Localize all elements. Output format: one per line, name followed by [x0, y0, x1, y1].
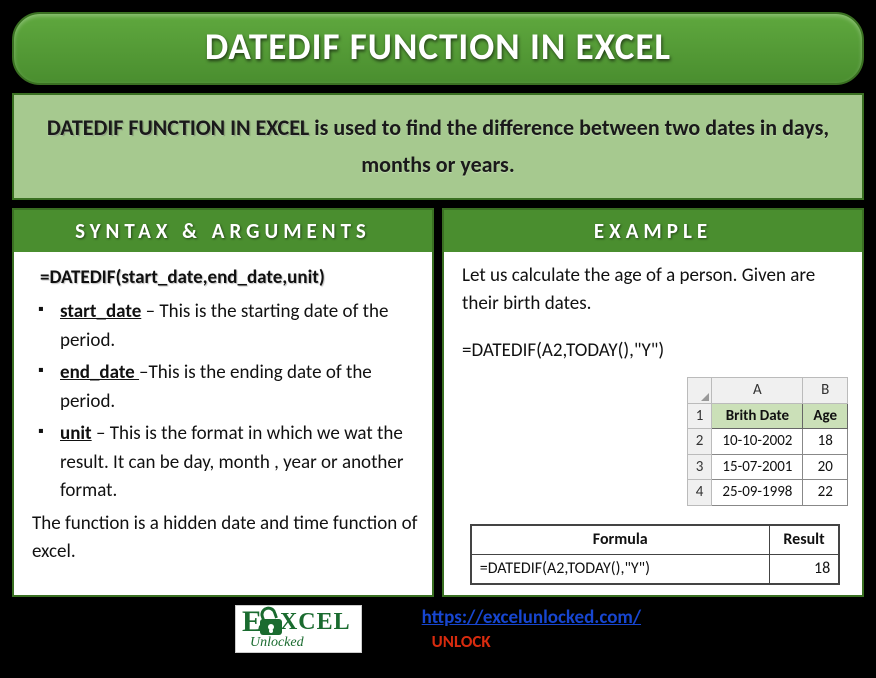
- logo-letter-e: E: [242, 608, 262, 637]
- example-intro: Let us calculate the age of a person. Gi…: [462, 262, 848, 319]
- header-cell: Brith Date: [712, 403, 803, 429]
- col-header: A: [712, 378, 803, 404]
- result-formula: =DATEDIF(A2,TODAY(),"Y"): [471, 554, 770, 584]
- example-formula: =DATEDIF(A2,TODAY(),"Y"): [462, 337, 848, 366]
- arg-desc: – This is the format in which we wat the…: [60, 422, 404, 502]
- result-header: Result: [769, 525, 839, 555]
- result-table: Formula Result =DATEDIF(A2,TODAY(),"Y") …: [470, 524, 841, 585]
- example-panel: EXAMPLE Let us calculate the age of a pe…: [442, 208, 864, 597]
- website-link[interactable]: https://excelunlocked.com/: [422, 606, 641, 629]
- list-item: unit – This is the format in which we wa…: [38, 420, 418, 506]
- syntax-panel: SYNTAX & ARGUMENTS =DATEDIF(start_date,e…: [12, 208, 434, 597]
- arg-name: end_date: [60, 361, 139, 384]
- data-cell: 18: [803, 429, 848, 455]
- data-cell: 20: [803, 454, 848, 480]
- footer: E XCEL Unlocked https://excelunlocked.co…: [12, 605, 864, 653]
- logo-text-bottom: Unlocked: [250, 636, 351, 649]
- arg-name: unit: [60, 422, 92, 445]
- row-header: 4: [687, 480, 712, 506]
- data-cell: 22: [803, 480, 848, 506]
- description-bold: DATEDIF FUNCTION IN EXCEL: [47, 114, 309, 141]
- row-header: 2: [687, 429, 712, 455]
- logo-text-top: XCEL: [280, 611, 351, 634]
- grid-corner: [687, 378, 712, 404]
- syntax-formula: =DATEDIF(start_date,end_date,unit): [40, 264, 418, 293]
- list-item: start_date – This is the starting date o…: [38, 298, 418, 355]
- col-header: B: [803, 378, 848, 404]
- header-cell: Age: [803, 403, 848, 429]
- excel-grid: A B 1 Brith Date Age 2 10-10-2002 18 3: [687, 377, 848, 506]
- example-header: EXAMPLE: [444, 210, 862, 252]
- lock-icon: [260, 609, 282, 635]
- unlock-label: UNLOCK: [432, 631, 641, 652]
- data-cell: 15-07-2001: [712, 454, 803, 480]
- result-value: 18: [769, 554, 839, 584]
- data-cell: 10-10-2002: [712, 429, 803, 455]
- data-cell: 25-09-1998: [712, 480, 803, 506]
- description-box: DATEDIF FUNCTION IN EXCEL is used to fin…: [12, 93, 864, 200]
- row-header: 3: [687, 454, 712, 480]
- page-title: DATEDIF FUNCTION IN EXCEL: [14, 24, 862, 69]
- arg-name: start_date: [60, 300, 141, 323]
- result-header: Formula: [471, 525, 770, 555]
- description-rest: is used to find the difference between t…: [309, 114, 829, 178]
- argument-list: start_date – This is the starting date o…: [32, 298, 418, 506]
- title-banner: DATEDIF FUNCTION IN EXCEL: [12, 12, 864, 85]
- syntax-header: SYNTAX & ARGUMENTS: [14, 210, 432, 252]
- logo: E XCEL Unlocked: [235, 605, 362, 653]
- row-header: 1: [687, 403, 712, 429]
- syntax-note: The function is a hidden date and time f…: [32, 510, 418, 567]
- list-item: end_date –This is the ending date of the…: [38, 359, 418, 416]
